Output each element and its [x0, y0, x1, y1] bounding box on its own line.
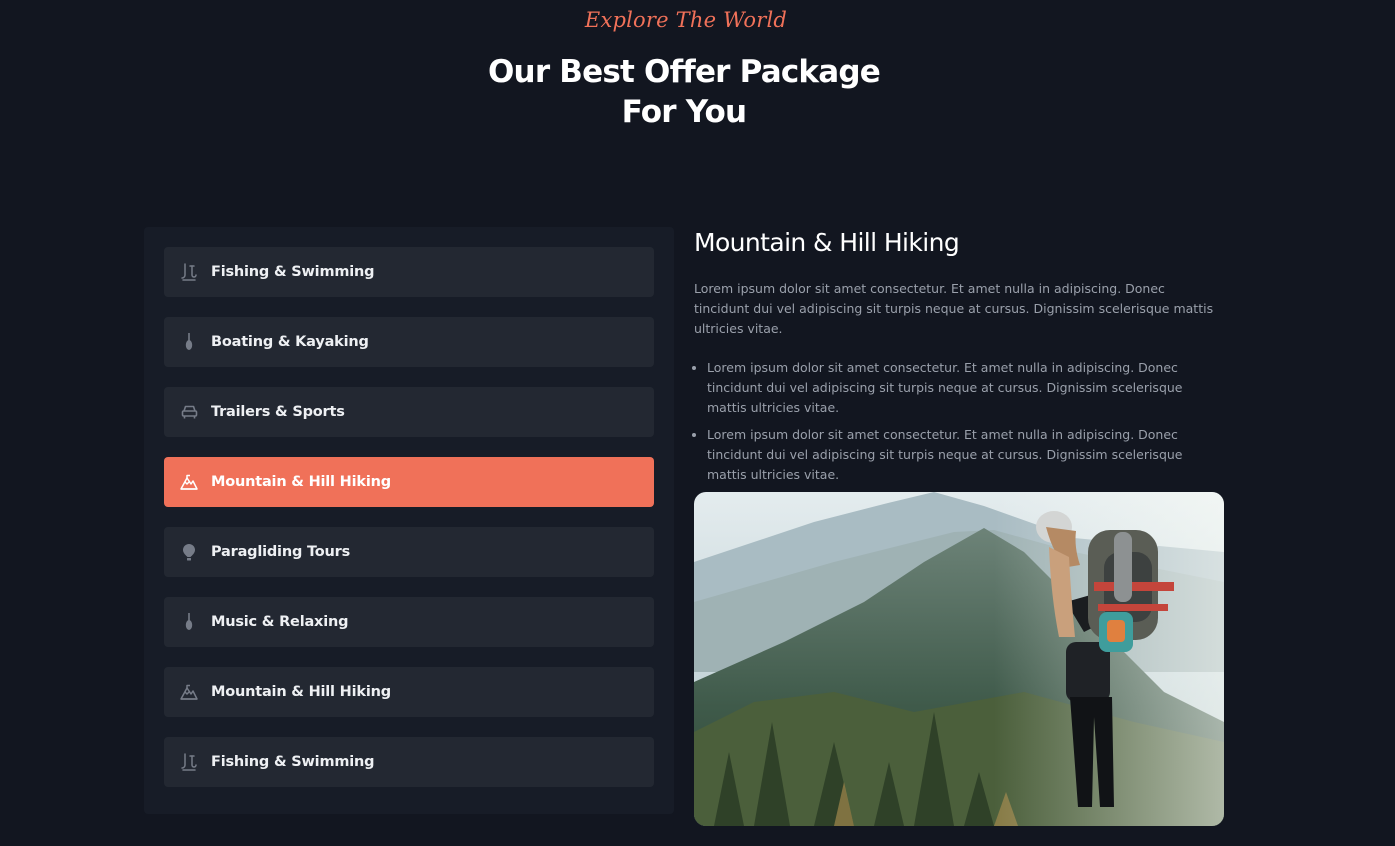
tab-fishing-swimming-2[interactable]: Fishing & Swimming — [164, 737, 654, 787]
section-title: Our Best Offer Package For You — [0, 52, 1368, 132]
mountain-icon — [180, 683, 198, 701]
section-title-line2: For You — [621, 94, 747, 130]
car-icon — [180, 403, 198, 421]
tab-label: Music & Relaxing — [211, 614, 349, 630]
package-detail: Mountain & Hill Hiking Lorem ipsum dolor… — [694, 226, 1224, 482]
tab-mountain-hill-hiking-2[interactable]: Mountain & Hill Hiking — [164, 667, 654, 717]
section-eyebrow: Explore The World — [584, 8, 788, 32]
package-description: Lorem ipsum dolor sit amet consectetur. … — [694, 281, 1214, 336]
package-tabs-panel: Fishing & Swimming Boating & Kayaking Tr… — [144, 227, 674, 814]
paddle-icon — [180, 333, 198, 351]
tab-label: Fishing & Swimming — [211, 754, 375, 770]
tab-label: Fishing & Swimming — [211, 264, 375, 280]
tab-music-relaxing[interactable]: Music & Relaxing — [164, 597, 654, 647]
package-feature-list: Lorem ipsum dolor sit amet consectetur. … — [694, 358, 1224, 492]
list-item: Lorem ipsum dolor sit amet consectetur. … — [707, 425, 1224, 485]
guitar-icon — [180, 613, 198, 631]
fishing-icon — [180, 753, 198, 771]
tab-mountain-hill-hiking[interactable]: Mountain & Hill Hiking — [164, 457, 654, 507]
tab-fishing-swimming[interactable]: Fishing & Swimming — [164, 247, 654, 297]
hiker-on-mountain-photo — [694, 492, 1224, 826]
tab-paragliding-tours[interactable]: Paragliding Tours — [164, 527, 654, 577]
mountain-icon — [180, 473, 198, 491]
tab-label: Trailers & Sports — [211, 404, 345, 420]
tab-label: Boating & Kayaking — [211, 334, 369, 350]
fishing-icon — [180, 263, 198, 281]
package-title: Mountain & Hill Hiking — [694, 228, 960, 257]
tab-label: Mountain & Hill Hiking — [211, 684, 391, 700]
list-item: Lorem ipsum dolor sit amet consectetur. … — [707, 358, 1224, 418]
tab-label: Paragliding Tours — [211, 544, 351, 560]
tab-label: Mountain & Hill Hiking — [211, 474, 391, 490]
tab-boating-kayaking[interactable]: Boating & Kayaking — [164, 317, 654, 367]
section-title-line1: Our Best Offer Package — [488, 54, 881, 90]
tab-trailers-sports[interactable]: Trailers & Sports — [164, 387, 654, 437]
balloon-icon — [180, 543, 198, 561]
